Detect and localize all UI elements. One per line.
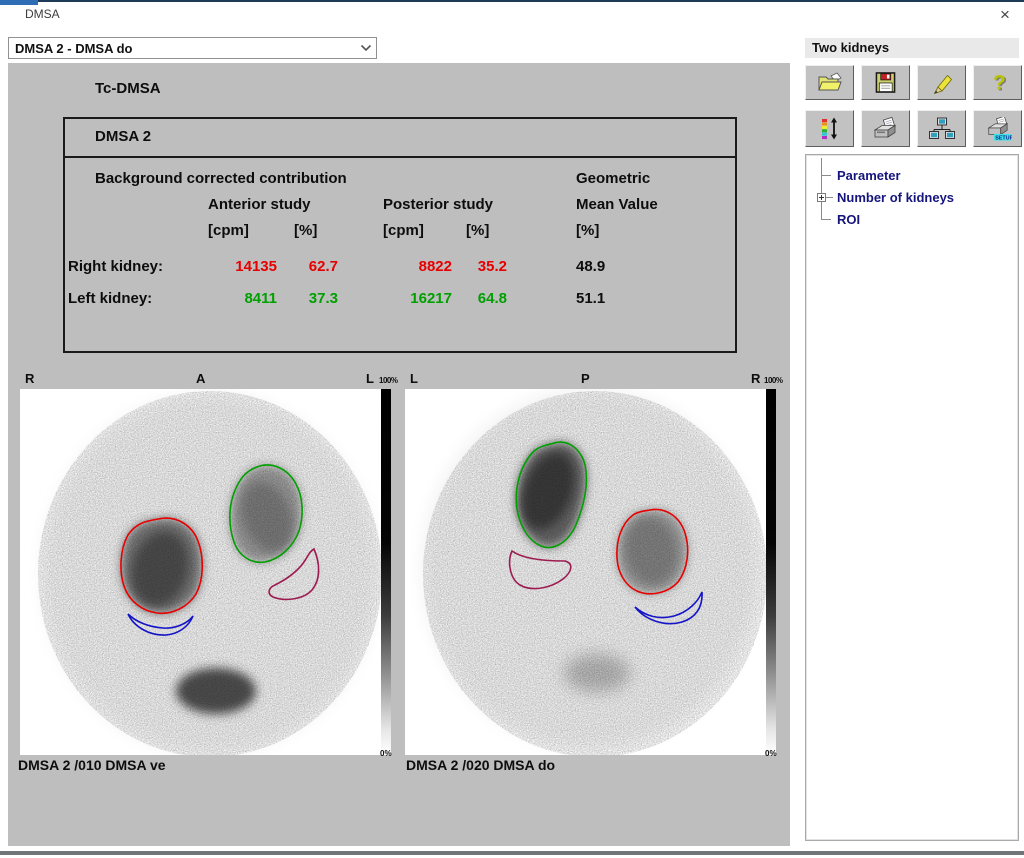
settings-tree-panel: Parameter Number of kidneys ROI [805,154,1019,841]
unit-label-pct-posterior: [%] [466,222,489,239]
posterior-marker-center: P [581,371,590,386]
unit-label-cpm-anterior: [cpm] [208,222,249,239]
posterior-scale-max: 100% [764,376,782,385]
right-kidney-anterior-pct: 62.7 [268,258,338,275]
page-title: Tc-DMSA [95,80,161,97]
study-header: DMSA 2 [95,128,151,145]
right-kidney-anterior-cpm: 14135 [187,258,277,275]
anterior-marker-left: L [366,371,374,386]
pencil-icon [930,72,954,94]
window-top-accent [0,0,38,5]
save-button[interactable] [861,65,910,100]
network-print-button[interactable] [917,110,966,147]
posterior-scintigram-image[interactable] [405,389,766,755]
window-bottom-edge [0,851,1024,855]
help-button[interactable]: ? ? [973,65,1022,100]
printer-icon [872,117,900,141]
chevron-down-icon [356,44,376,52]
anterior-study-label: Anterior study [208,196,311,213]
dmsa-window: DMSA × DMSA 2 - DMSA do Tc-DMSA DMSA 2 B… [0,0,1024,858]
question-icon: ? ? [986,71,1010,95]
section-title: Background corrected contribution [95,170,347,187]
row-label-left-kidney: Left kidney: [68,290,152,307]
printer-setup-icon: SETUP [984,117,1012,141]
edit-button[interactable] [917,65,966,100]
kidney-mode-header: Two kidneys [805,38,1019,58]
right-kidney-geometric-mean: 48.9 [576,258,605,275]
setup-label: SETUP [995,135,1012,141]
posterior-marker-left: L [410,371,418,386]
tree-trunk-line [821,158,822,220]
anterior-caption: DMSA 2 /010 DMSA ve [18,757,166,773]
left-kidney-geometric-mean: 51.1 [576,290,605,307]
anterior-marker-center: A [196,371,205,386]
row-label-right-kidney: Right kidney: [68,258,163,275]
tree-item-number-of-kidneys[interactable]: Number of kidneys [837,190,954,205]
tree-dash [821,219,831,220]
tree-item-parameter[interactable]: Parameter [837,168,901,183]
tree-expander-number-of-kidneys[interactable] [817,193,826,202]
anterior-marker-right: R [25,371,34,386]
color-scale-button[interactable] [805,110,854,147]
folder-open-icon [817,72,843,94]
left-kidney-anterior-cpm: 8411 [187,290,277,307]
study-selector-value: DMSA 2 - DMSA do [9,41,356,56]
geometric-label: Geometric [576,170,650,187]
posterior-caption: DMSA 2 /020 DMSA do [406,757,555,773]
posterior-scale-min: 0% [765,749,777,758]
window-top-border [0,0,1024,2]
floppy-icon [874,72,897,93]
color-scale-icon [818,117,842,140]
tree-item-roi[interactable]: ROI [837,212,860,227]
anterior-scale-max: 100% [379,376,397,385]
posterior-colorbar [766,389,776,755]
right-kidney-posterior-pct: 35.2 [437,258,507,275]
left-kidney-anterior-pct: 37.3 [268,290,338,307]
posterior-marker-right: R [751,371,760,386]
unit-label-pct-mean: [%] [576,222,599,239]
open-button[interactable] [805,65,854,100]
left-kidney-posterior-pct: 64.8 [437,290,507,307]
results-table-header-border [63,117,737,158]
anterior-scintigram-image[interactable] [20,389,381,755]
posterior-study-label: Posterior study [383,196,493,213]
anterior-colorbar [381,389,391,755]
network-icon [928,117,956,141]
svg-text:?: ? [993,71,1006,94]
tree-dash [821,175,831,176]
anterior-scale-min: 0% [380,749,392,758]
unit-label-pct-anterior: [%] [294,222,317,239]
print-button[interactable] [861,110,910,147]
printer-setup-button[interactable]: SETUP [973,110,1022,147]
tree-dash [826,197,833,198]
unit-label-cpm-posterior: [cpm] [383,222,424,239]
close-button[interactable]: × [994,4,1016,26]
window-title: DMSA [25,7,60,21]
study-selector-dropdown[interactable]: DMSA 2 - DMSA do [8,37,377,59]
mean-value-label: Mean Value [576,196,658,213]
